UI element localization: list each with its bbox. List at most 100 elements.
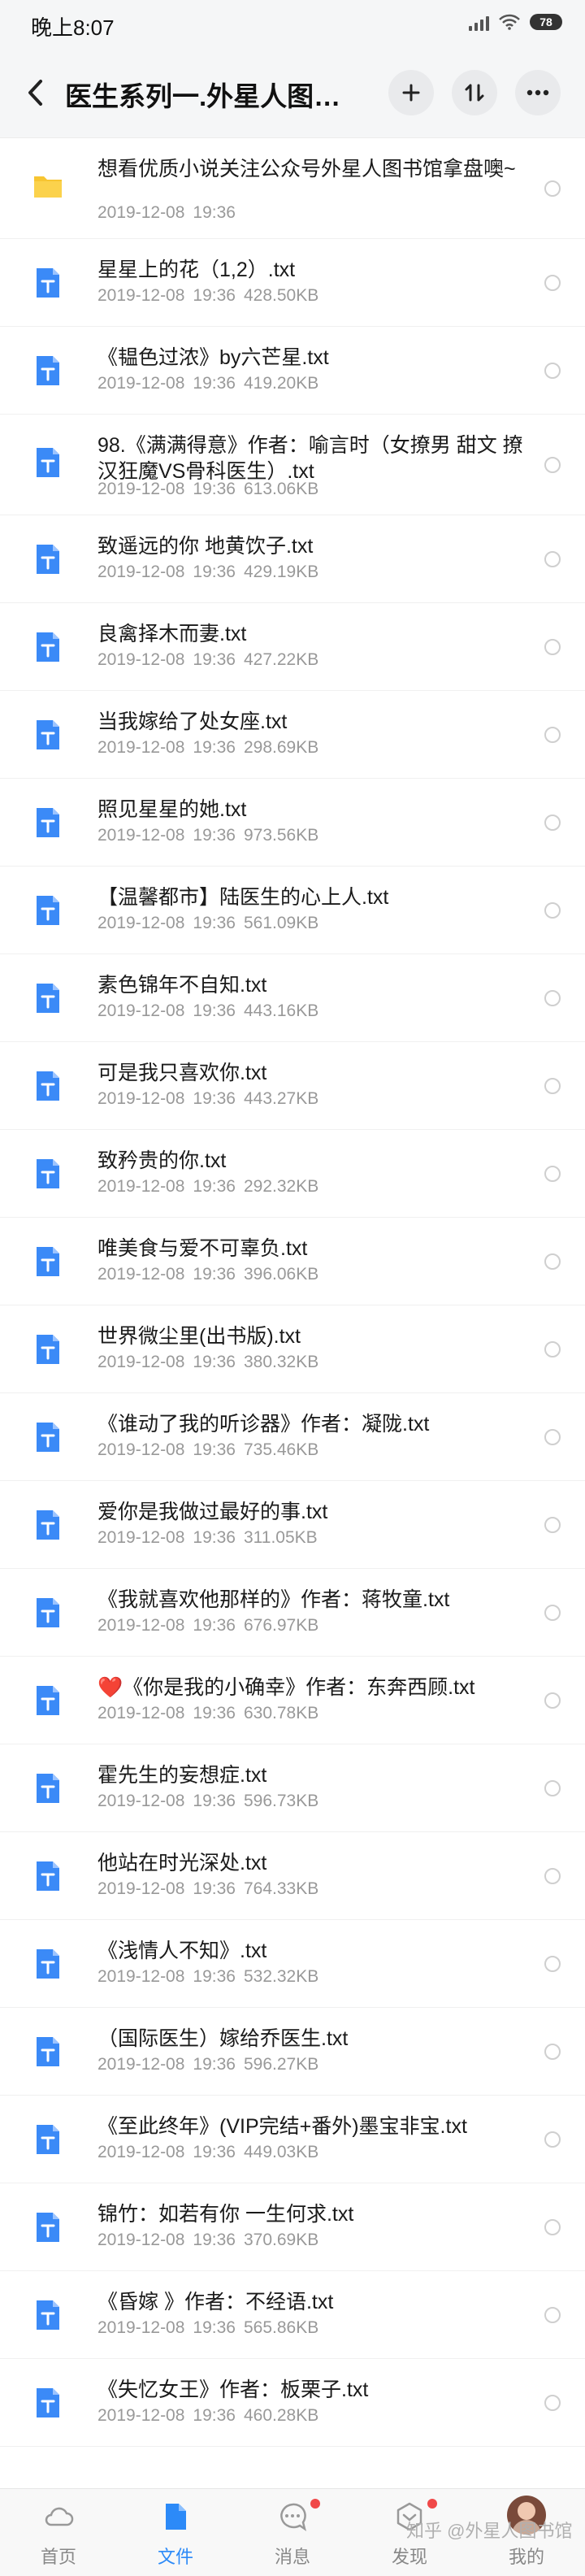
file-size: 449.03KB: [243, 2143, 319, 2161]
txt-file-icon: [37, 268, 59, 298]
file-date: 2019-12-08: [98, 374, 185, 393]
file-list-item[interactable]: 唯美食与爱不可辜负.txt 2019-12-08 19:36 396.06KB: [0, 1218, 585, 1305]
file-time: 19:36: [193, 1528, 236, 1547]
file-name: 《我就喜欢他那样的》作者：蒋牧童.txt: [98, 1588, 450, 1611]
select-checkbox[interactable]: [544, 1956, 561, 1972]
txt-file-icon: [37, 2037, 59, 2066]
file-list-item[interactable]: 爱你是我做过最好的事.txt 2019-12-08 19:36 311.05KB: [0, 1481, 585, 1569]
file-list-item[interactable]: 致遥远的你 地黄饮子.txt 2019-12-08 19:36 429.19KB: [0, 515, 585, 603]
select-checkbox[interactable]: [544, 1605, 561, 1621]
txt-file-icon: [37, 448, 59, 477]
nav-home[interactable]: 首页: [0, 2489, 117, 2576]
select-checkbox[interactable]: [544, 1253, 561, 1270]
file-name: 锦竹：如若有你 一生何求.txt: [98, 2203, 354, 2226]
file-list-item[interactable]: 《至此终年》(VIP完结+番外)墨宝非宝.txt 2019-12-08 19:36 4…: [0, 2096, 585, 2183]
file-name: 98.《满满得意》作者：喻言时（女撩男 甜文 撩汉狂魔VS骨科医生）.txt: [98, 434, 523, 483]
nav-messages[interactable]: 消息: [234, 2489, 351, 2576]
file-time: 19:36: [193, 1440, 236, 1459]
file-list-item[interactable]: 世界微尘里(出书版).txt 2019-12-08 19:36 380.32KB: [0, 1305, 585, 1393]
file-list-item[interactable]: 《谁动了我的听诊器》作者：凝陇.txt 2019-12-08 19:36 735.46…: [0, 1393, 585, 1481]
file-name: 《谁动了我的听诊器》作者：凝陇.txt: [98, 1413, 430, 1436]
file-list-item[interactable]: 《我就喜欢他那样的》作者：蒋牧童.txt 2019-12-08 19:36 676.9…: [0, 1569, 585, 1657]
select-checkbox[interactable]: [544, 815, 561, 831]
file-list-item[interactable]: 致矜贵的你.txt 2019-12-08 19:36 292.32KB: [0, 1130, 585, 1218]
file-time: 19:36: [193, 826, 236, 845]
file-list-item[interactable]: 照见星星的她.txt 2019-12-08 19:36 973.56KB: [0, 779, 585, 867]
file-meta: 2019-12-08 19:36 292.32KB: [98, 1177, 318, 1197]
file-size: 429.19KB: [243, 563, 319, 581]
file-meta: 2019-12-08 19:36 532.32KB: [98, 1967, 318, 1987]
select-checkbox[interactable]: [544, 1692, 561, 1709]
select-checkbox[interactable]: [544, 1868, 561, 1884]
file-meta: 2019-12-08 19:36 298.69KB: [98, 738, 318, 758]
file-time: 19:36: [193, 1792, 236, 1810]
file-list-item[interactable]: 当我嫁给了处女座.txt 2019-12-08 19:36 298.69KB: [0, 691, 585, 779]
select-checkbox[interactable]: [544, 363, 561, 379]
status-time: 晚上8:07: [31, 15, 115, 40]
file-size: 419.20KB: [243, 374, 319, 393]
select-checkbox[interactable]: [544, 2307, 561, 2323]
txt-file-icon: [37, 1861, 59, 1891]
file-list-item[interactable]: 【温馨都市】陆医生的心上人.txt 2019-12-08 19:36 561.09KB: [0, 867, 585, 954]
txt-file-icon: [37, 984, 59, 1013]
select-checkbox[interactable]: [544, 727, 561, 743]
select-checkbox[interactable]: [544, 2131, 561, 2148]
select-checkbox[interactable]: [544, 2395, 561, 2411]
select-checkbox[interactable]: [544, 180, 561, 197]
battery-indicator: 78: [530, 14, 562, 30]
txt-file-icon: [37, 1686, 59, 1715]
select-checkbox[interactable]: [544, 457, 561, 473]
nav-files[interactable]: 文件: [117, 2489, 234, 2576]
file-meta: 2019-12-08 19:36 396.06KB: [98, 1265, 318, 1284]
file-size: 370.69KB: [243, 2231, 319, 2249]
file-list-item[interactable]: 可是我只喜欢你.txt 2019-12-08 19:36 443.27KB: [0, 1042, 585, 1130]
select-checkbox[interactable]: [544, 1078, 561, 1094]
file-list-item[interactable]: 他站在时光深处.txt 2019-12-08 19:36 764.33KB: [0, 1832, 585, 1920]
more-button[interactable]: [515, 70, 561, 115]
select-checkbox[interactable]: [544, 2219, 561, 2235]
select-checkbox[interactable]: [544, 551, 561, 567]
file-time: 19:36: [193, 2318, 236, 2337]
file-list-item[interactable]: 《韫色过浓》by六芒星.txt 2019-12-08 19:36 419.20KB: [0, 327, 585, 415]
file-list-item[interactable]: ❤️《你是我的小确幸》作者：东奔西顾.txt 2019-12-08 19:36 630…: [0, 1657, 585, 1744]
sort-button[interactable]: [452, 70, 497, 115]
select-checkbox[interactable]: [544, 1429, 561, 1445]
txt-file-icon: [37, 808, 59, 837]
select-checkbox[interactable]: [544, 1166, 561, 1182]
file-list-item[interactable]: 霍先生的妄想症.txt 2019-12-08 19:36 596.73KB: [0, 1744, 585, 1832]
file-meta: 2019-12-08 19:36 596.27KB: [98, 2055, 318, 2074]
select-checkbox[interactable]: [544, 1517, 561, 1533]
file-list-item[interactable]: 98.《满满得意》作者：喻言时（女撩男 甜文 撩汉狂魔VS骨科医生）.txt 20…: [0, 415, 585, 515]
file-size: 443.16KB: [243, 1001, 319, 1020]
file-list-item[interactable]: 《失忆女王》作者：板栗子.txt 2019-12-08 19:36 460.28KB: [0, 2359, 585, 2447]
file-size: 396.06KB: [243, 1265, 319, 1284]
select-checkbox[interactable]: [544, 902, 561, 919]
file-list-item[interactable]: 锦竹：如若有你 一生何求.txt 2019-12-08 19:36 370.69KB: [0, 2183, 585, 2271]
select-checkbox[interactable]: [544, 2044, 561, 2060]
file-list-item[interactable]: 《昏嫁 》作者：不经语.txt 2019-12-08 19:36 565.86KB: [0, 2271, 585, 2359]
file-time: 19:36: [193, 203, 236, 222]
file-name: 世界微尘里(出书版).txt: [98, 1325, 301, 1348]
file-list-item[interactable]: （国际医生）嫁给乔医生.txt 2019-12-08 19:36 596.27KB: [0, 2008, 585, 2096]
file-list-item[interactable]: 素色锦年不自知.txt 2019-12-08 19:36 443.16KB: [0, 954, 585, 1042]
file-meta: 2019-12-08 19:36 561.09KB: [98, 914, 318, 933]
select-checkbox[interactable]: [544, 275, 561, 291]
wifi-icon: [499, 14, 520, 30]
file-list-item[interactable]: 星星上的花（1,2）.txt 2019-12-08 19:36 428.50KB: [0, 239, 585, 327]
file-list-item[interactable]: 想看优质小说关注公众号外星人图书馆拿盘噢~ 2019-12-08 19:36: [0, 138, 585, 239]
select-checkbox[interactable]: [544, 639, 561, 655]
file-time: 19:36: [193, 2143, 236, 2161]
watermark: 知乎 @外星人图书馆: [406, 2521, 573, 2541]
file-list-item[interactable]: 良禽择木而妻.txt 2019-12-08 19:36 427.22KB: [0, 603, 585, 691]
back-button[interactable]: [20, 76, 52, 109]
txt-file-icon: [37, 896, 59, 925]
file-list-item[interactable]: 《浅情人不知》.txt 2019-12-08 19:36 532.32KB: [0, 1920, 585, 2008]
select-checkbox[interactable]: [544, 1341, 561, 1358]
select-checkbox[interactable]: [544, 990, 561, 1006]
txt-file-icon: [37, 2213, 59, 2242]
txt-file-icon: [37, 1774, 59, 1803]
file-meta: 2019-12-08 19:36 613.06KB: [98, 480, 318, 499]
add-button[interactable]: [388, 70, 434, 115]
select-checkbox[interactable]: [544, 1780, 561, 1796]
txt-file-icon: [37, 545, 59, 574]
